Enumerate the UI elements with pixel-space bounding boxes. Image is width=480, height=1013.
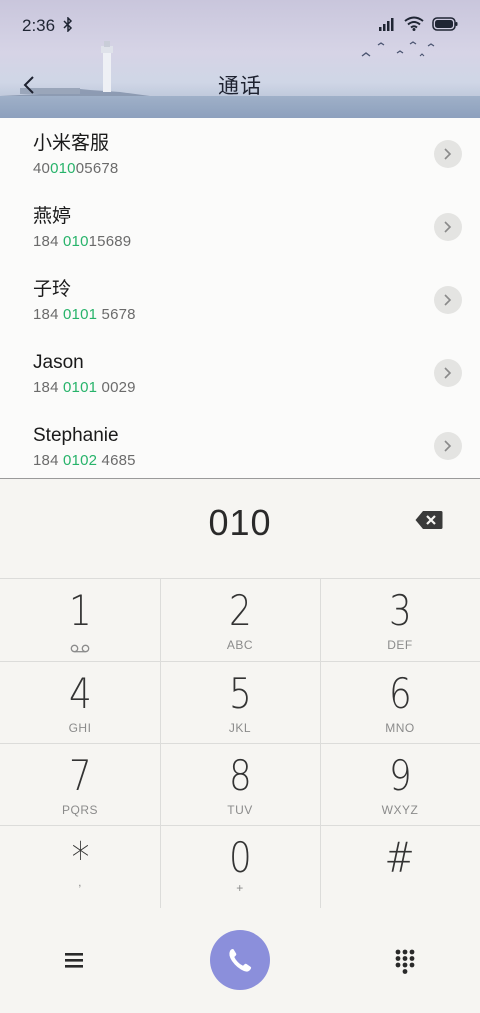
chevron-right-icon [444, 440, 452, 452]
key-1[interactable]: 1 [0, 578, 160, 660]
phone-icon [229, 949, 252, 972]
status-bar: 2:36 [0, 0, 480, 52]
dialer-action-bar [0, 908, 480, 1013]
key-5[interactable]: 5 JKL [160, 661, 320, 743]
key-4[interactable]: 4 GHI [0, 661, 160, 743]
key-0[interactable]: 0 + [160, 825, 320, 907]
dialpad: 1 2 ABC 3 DEF 4 GHI 5 JKL 6 MNO 7 PQRS 8… [0, 578, 480, 908]
contact-name: Jason [33, 352, 84, 373]
battery-icon [432, 16, 458, 36]
dialed-number[interactable]: 010 [0, 502, 480, 544]
voicemail-icon [70, 640, 90, 658]
chevron-right-icon [444, 148, 452, 160]
list-item[interactable]: 小米客服 4001005678 [0, 118, 480, 191]
key-7[interactable]: 7 PQRS [0, 743, 160, 825]
title-bar: 通话 [0, 60, 480, 110]
contact-name: 燕婷 [33, 206, 72, 227]
list-item[interactable]: Jason 184 0101 0029 [0, 337, 480, 410]
back-arrow-icon[interactable] [16, 72, 42, 98]
contact-name: Stephanie [33, 425, 119, 446]
contact-detail-button[interactable] [434, 140, 462, 168]
status-icons [378, 16, 458, 36]
backspace-button[interactable] [412, 508, 446, 532]
contact-detail-button[interactable] [434, 286, 462, 314]
contact-name: 小米客服 [33, 133, 110, 154]
dial-input-row: 010 [0, 480, 480, 578]
contact-number: 4001005678 [33, 160, 119, 177]
signal-icon [378, 16, 396, 36]
call-button[interactable] [210, 930, 270, 990]
contact-number: 184 0102 4685 [33, 452, 136, 469]
status-time: 2:36 [22, 16, 56, 35]
key-star[interactable]: * , [0, 825, 160, 907]
search-results-list: 小米客服 4001005678 燕婷 184 01015689 子玲 184 0… [0, 118, 480, 479]
key-6[interactable]: 6 MNO [320, 661, 480, 743]
contact-number: 184 0101 0029 [33, 379, 136, 396]
wifi-icon [404, 16, 424, 36]
contact-number: 184 01015689 [33, 233, 132, 250]
key-2[interactable]: 2 ABC [160, 578, 320, 660]
chevron-right-icon [444, 294, 452, 306]
page-title: 通话 [218, 75, 262, 98]
contact-detail-button[interactable] [434, 213, 462, 241]
header-banner: 2:36 通话 [0, 0, 480, 118]
contact-detail-button[interactable] [434, 359, 462, 387]
key-9[interactable]: 9 WXYZ [320, 743, 480, 825]
chevron-right-icon [444, 221, 452, 233]
list-item[interactable]: 子玲 184 0101 5678 [0, 264, 480, 337]
key-hash[interactable]: # [320, 825, 480, 907]
key-8[interactable]: 8 TUV [160, 743, 320, 825]
menu-icon[interactable] [62, 948, 86, 972]
list-item[interactable]: Stephanie 184 0102 4685 [0, 410, 480, 478]
contact-detail-button[interactable] [434, 432, 462, 460]
bluetooth-icon [63, 15, 73, 36]
chevron-right-icon [444, 367, 452, 379]
key-3[interactable]: 3 DEF [320, 578, 480, 660]
backspace-icon [415, 511, 443, 529]
dialpad-icon[interactable] [392, 948, 418, 974]
list-item[interactable]: 燕婷 184 01015689 [0, 191, 480, 264]
contact-number: 184 0101 5678 [33, 306, 136, 323]
contact-name: 子玲 [33, 279, 72, 300]
